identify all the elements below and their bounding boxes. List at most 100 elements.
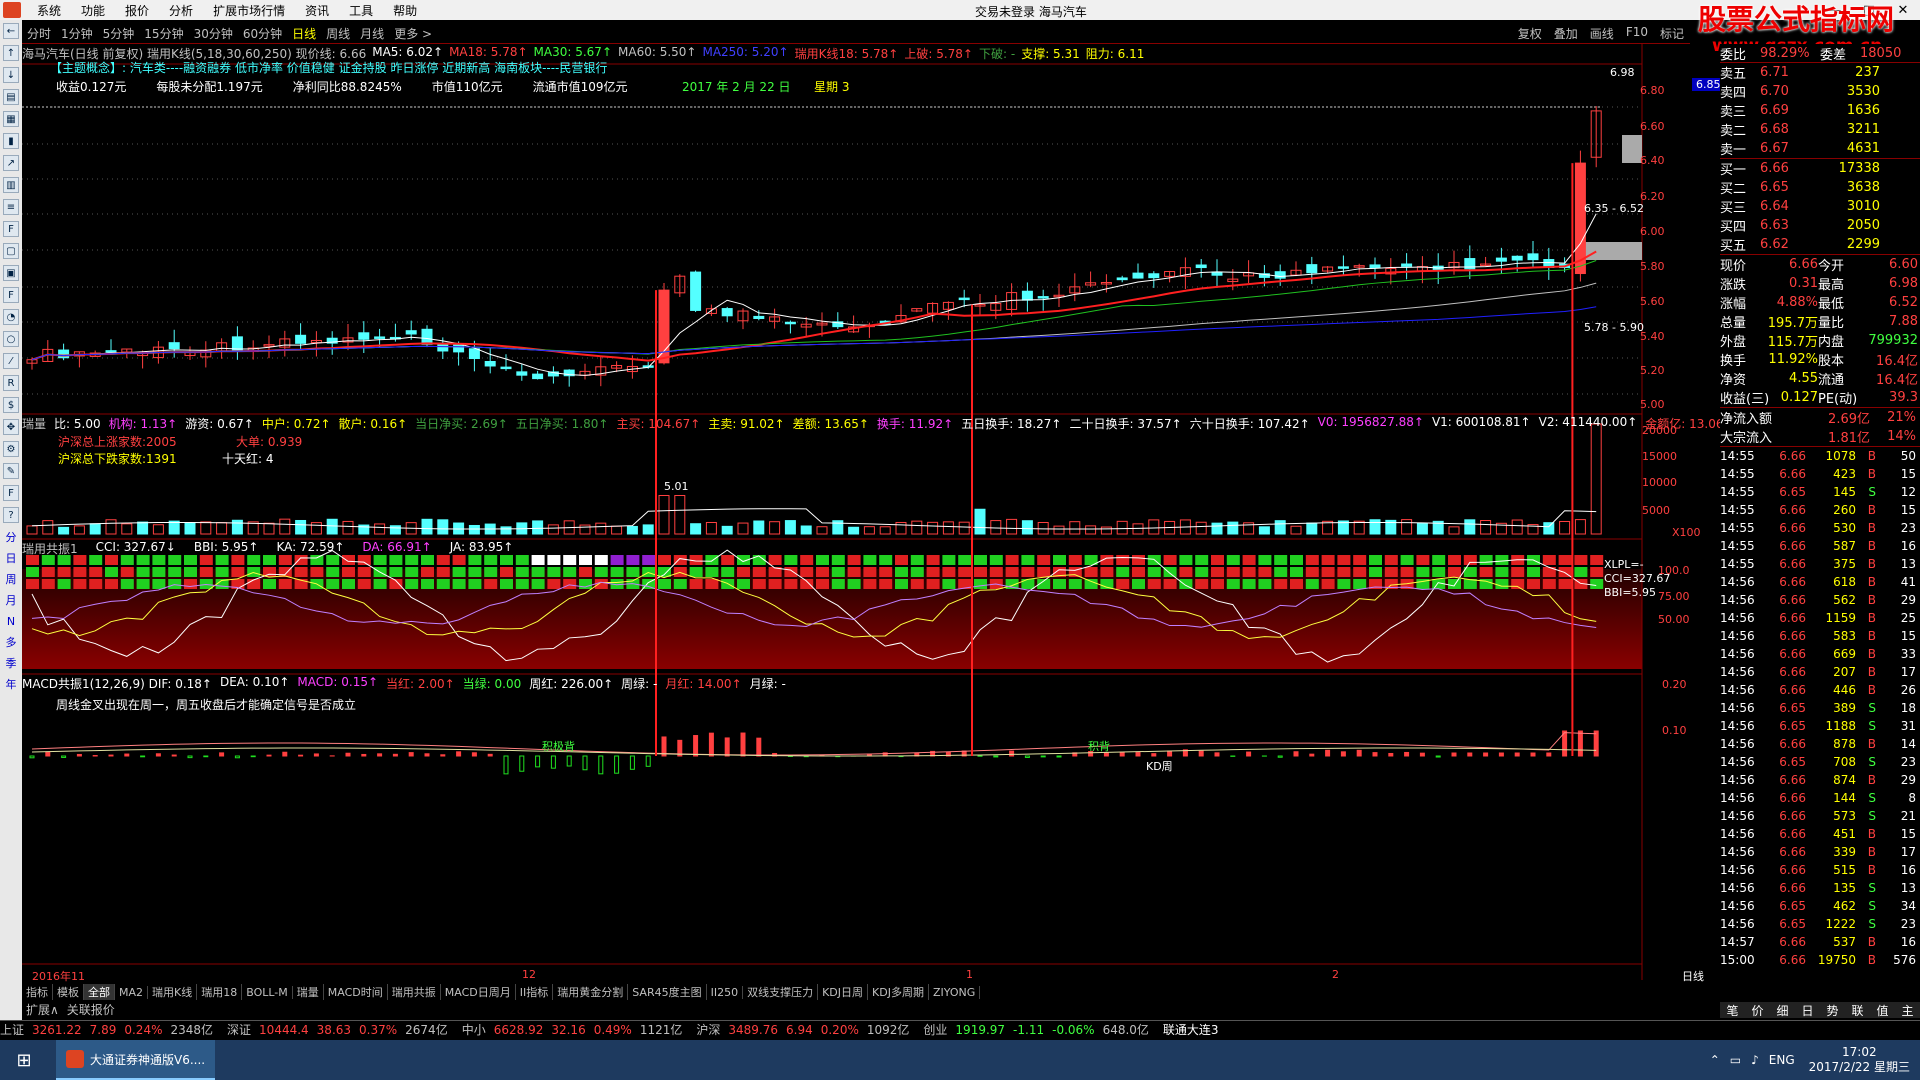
line-icon[interactable]: ⁄ bbox=[3, 353, 19, 369]
move-icon[interactable]: ✥ bbox=[3, 419, 19, 435]
trend-icon[interactable]: ↗ bbox=[3, 155, 19, 171]
volume-icon[interactable]: ♪ bbox=[1751, 1053, 1759, 1067]
menu-item-7[interactable]: 帮助 bbox=[383, 2, 427, 19]
left-period-0[interactable]: 分 bbox=[1, 527, 21, 547]
quote-tab-1[interactable]: 价 bbox=[1745, 1002, 1770, 1018]
tick-cell: 207 bbox=[1833, 665, 1856, 679]
clock[interactable]: 17:02 2017/2/22 星期三 bbox=[1809, 1045, 1910, 1075]
ext-tab-1[interactable]: 关联报价 bbox=[63, 1001, 119, 1017]
windows-start-icon[interactable]: ⊞ bbox=[0, 1040, 48, 1080]
gear-icon[interactable]: ⚙ bbox=[3, 441, 19, 457]
period-tab-7[interactable]: 周线 bbox=[321, 25, 355, 42]
quote-tab-3[interactable]: 日 bbox=[1795, 1002, 1820, 1018]
pie-icon[interactable]: ◔ bbox=[3, 309, 19, 325]
doc-icon[interactable]: ▢ bbox=[3, 243, 19, 259]
indicator-tab-18[interactable]: ZIYONG bbox=[929, 985, 981, 999]
indicator-tab-5[interactable]: 瑞用18 bbox=[197, 984, 243, 1000]
indicator-tab-6[interactable]: BOLL-M bbox=[242, 985, 293, 999]
period-tab-5[interactable]: 60分钟 bbox=[238, 25, 287, 42]
chart-icon[interactable]: ▤ bbox=[3, 89, 19, 105]
zoom-icon[interactable]: ○ bbox=[3, 331, 19, 347]
candle-body bbox=[1401, 263, 1413, 267]
chart-tool-4[interactable]: 标记 bbox=[1654, 25, 1690, 42]
f10-icon[interactable]: F bbox=[3, 221, 19, 237]
cci-square bbox=[421, 579, 434, 589]
indicator-tab-9[interactable]: 瑞用共振 bbox=[388, 984, 441, 1000]
status-item-2: 7.89 bbox=[89, 1022, 117, 1037]
down-icon[interactable]: ↓ bbox=[3, 67, 19, 83]
quote-tab-0[interactable]: 笔 bbox=[1720, 1002, 1745, 1018]
chart-tool-0[interactable]: 复权 bbox=[1512, 25, 1548, 42]
left-period-1[interactable]: 日 bbox=[1, 548, 21, 568]
grid-icon[interactable]: ▦ bbox=[3, 111, 19, 127]
indicator-tab-7[interactable]: 瑞量 bbox=[293, 984, 324, 1000]
period-tab-8[interactable]: 月线 bbox=[355, 25, 389, 42]
volume-bar bbox=[784, 520, 796, 535]
rsi-icon[interactable]: R bbox=[3, 375, 19, 391]
quote-tab-5[interactable]: 联 bbox=[1845, 1002, 1870, 1018]
chart-svg[interactable] bbox=[22, 44, 1690, 980]
indicator-tab-0[interactable]: 指标 bbox=[22, 984, 53, 1000]
indicator-tab-10[interactable]: MACD日周月 bbox=[441, 984, 516, 1000]
indicator-tab-3[interactable]: MA2 bbox=[115, 985, 149, 999]
ext-tab-0[interactable]: 扩展∧ bbox=[22, 1001, 63, 1017]
language-indicator[interactable]: ENG bbox=[1769, 1053, 1795, 1067]
fiz-icon[interactable]: F bbox=[3, 287, 19, 303]
chart-tool-1[interactable]: 叠加 bbox=[1548, 25, 1584, 42]
period-tab-9[interactable]: 更多 > bbox=[389, 25, 437, 42]
back-icon[interactable]: ← bbox=[3, 23, 19, 39]
period-tab-6[interactable]: 日线 bbox=[287, 25, 321, 42]
left-period-7[interactable]: 年 bbox=[1, 674, 21, 694]
indicator-tab-12[interactable]: 瑞用黄金分割 bbox=[553, 984, 629, 1000]
fs-icon[interactable]: F bbox=[3, 485, 19, 501]
indicator-tab-17[interactable]: KDJ多周期 bbox=[868, 984, 929, 1000]
menu-item-2[interactable]: 报价 bbox=[115, 2, 159, 19]
kline-icon[interactable]: ▮ bbox=[3, 133, 19, 149]
indicator-tab-11[interactable]: II指标 bbox=[516, 984, 554, 1000]
menu-item-4[interactable]: 扩展市场行情 bbox=[203, 2, 295, 19]
period-tab-2[interactable]: 5分钟 bbox=[98, 25, 140, 42]
left-period-5[interactable]: 多 bbox=[1, 632, 21, 652]
indicator-tab-4[interactable]: 瑞用K线 bbox=[148, 984, 198, 1000]
stat-cell: 收益(三) bbox=[1720, 392, 1770, 407]
cci-square bbox=[626, 555, 640, 565]
kline-chart-area[interactable]: 海马汽车(日线 前复权) 瑞用K线(5,18,30,60,250) 现价线: 6… bbox=[22, 44, 1734, 983]
list-icon[interactable]: ≡ bbox=[3, 199, 19, 215]
indicator-tab-8[interactable]: MACD时间 bbox=[324, 984, 388, 1000]
indicator-tab-13[interactable]: SAR45度主图 bbox=[628, 984, 707, 1000]
menu-item-3[interactable]: 分析 bbox=[159, 2, 203, 19]
indicator-tab-14[interactable]: II250 bbox=[707, 985, 744, 999]
chart-tool-2[interactable]: 画线 bbox=[1584, 25, 1620, 42]
menu-item-0[interactable]: 系统 bbox=[27, 2, 71, 19]
menu-item-1[interactable]: 功能 bbox=[71, 2, 115, 19]
macd-bar bbox=[1419, 752, 1425, 757]
indicator-tab-2[interactable]: 全部 bbox=[84, 984, 115, 1000]
indicator-tab-1[interactable]: 模板 bbox=[53, 984, 84, 1000]
money-icon[interactable]: $ bbox=[3, 397, 19, 413]
menu-item-5[interactable]: 资讯 bbox=[295, 2, 339, 19]
help-icon[interactable]: ? bbox=[3, 507, 19, 523]
period-tab-1[interactable]: 1分钟 bbox=[56, 25, 98, 42]
left-period-6[interactable]: 季 bbox=[1, 653, 21, 673]
period-tab-4[interactable]: 30分钟 bbox=[189, 25, 238, 42]
quote-tab-7[interactable]: 主 bbox=[1895, 1002, 1920, 1018]
menu-item-6[interactable]: 工具 bbox=[339, 2, 383, 19]
period-tab-0[interactable]: 分时 bbox=[22, 25, 56, 42]
indicator-tab-16[interactable]: KDJ日周 bbox=[818, 984, 869, 1000]
taskbar-app[interactable]: 大通证券神通版V6.... bbox=[56, 1040, 216, 1080]
pen-icon[interactable]: ✎ bbox=[3, 463, 19, 479]
quote-tab-2[interactable]: 细 bbox=[1770, 1002, 1795, 1018]
quote-tab-4[interactable]: 势 bbox=[1820, 1002, 1845, 1018]
tray-arrow-icon[interactable]: ⌃ bbox=[1710, 1053, 1720, 1067]
left-period-4[interactable]: N bbox=[1, 611, 21, 631]
left-period-2[interactable]: 周 bbox=[1, 569, 21, 589]
up-icon[interactable]: ↑ bbox=[3, 45, 19, 61]
left-period-3[interactable]: 月 bbox=[1, 590, 21, 610]
bar-icon[interactable]: ▥ bbox=[3, 177, 19, 193]
indicator-tab-15[interactable]: 双线支撑压力 bbox=[743, 984, 819, 1000]
network-icon[interactable]: ▭ bbox=[1730, 1053, 1741, 1067]
calc-icon[interactable]: ▣ bbox=[3, 265, 19, 281]
quote-tab-6[interactable]: 值 bbox=[1870, 1002, 1895, 1018]
period-tab-3[interactable]: 15分钟 bbox=[139, 25, 188, 42]
chart-tool-3[interactable]: F10 bbox=[1620, 25, 1654, 42]
